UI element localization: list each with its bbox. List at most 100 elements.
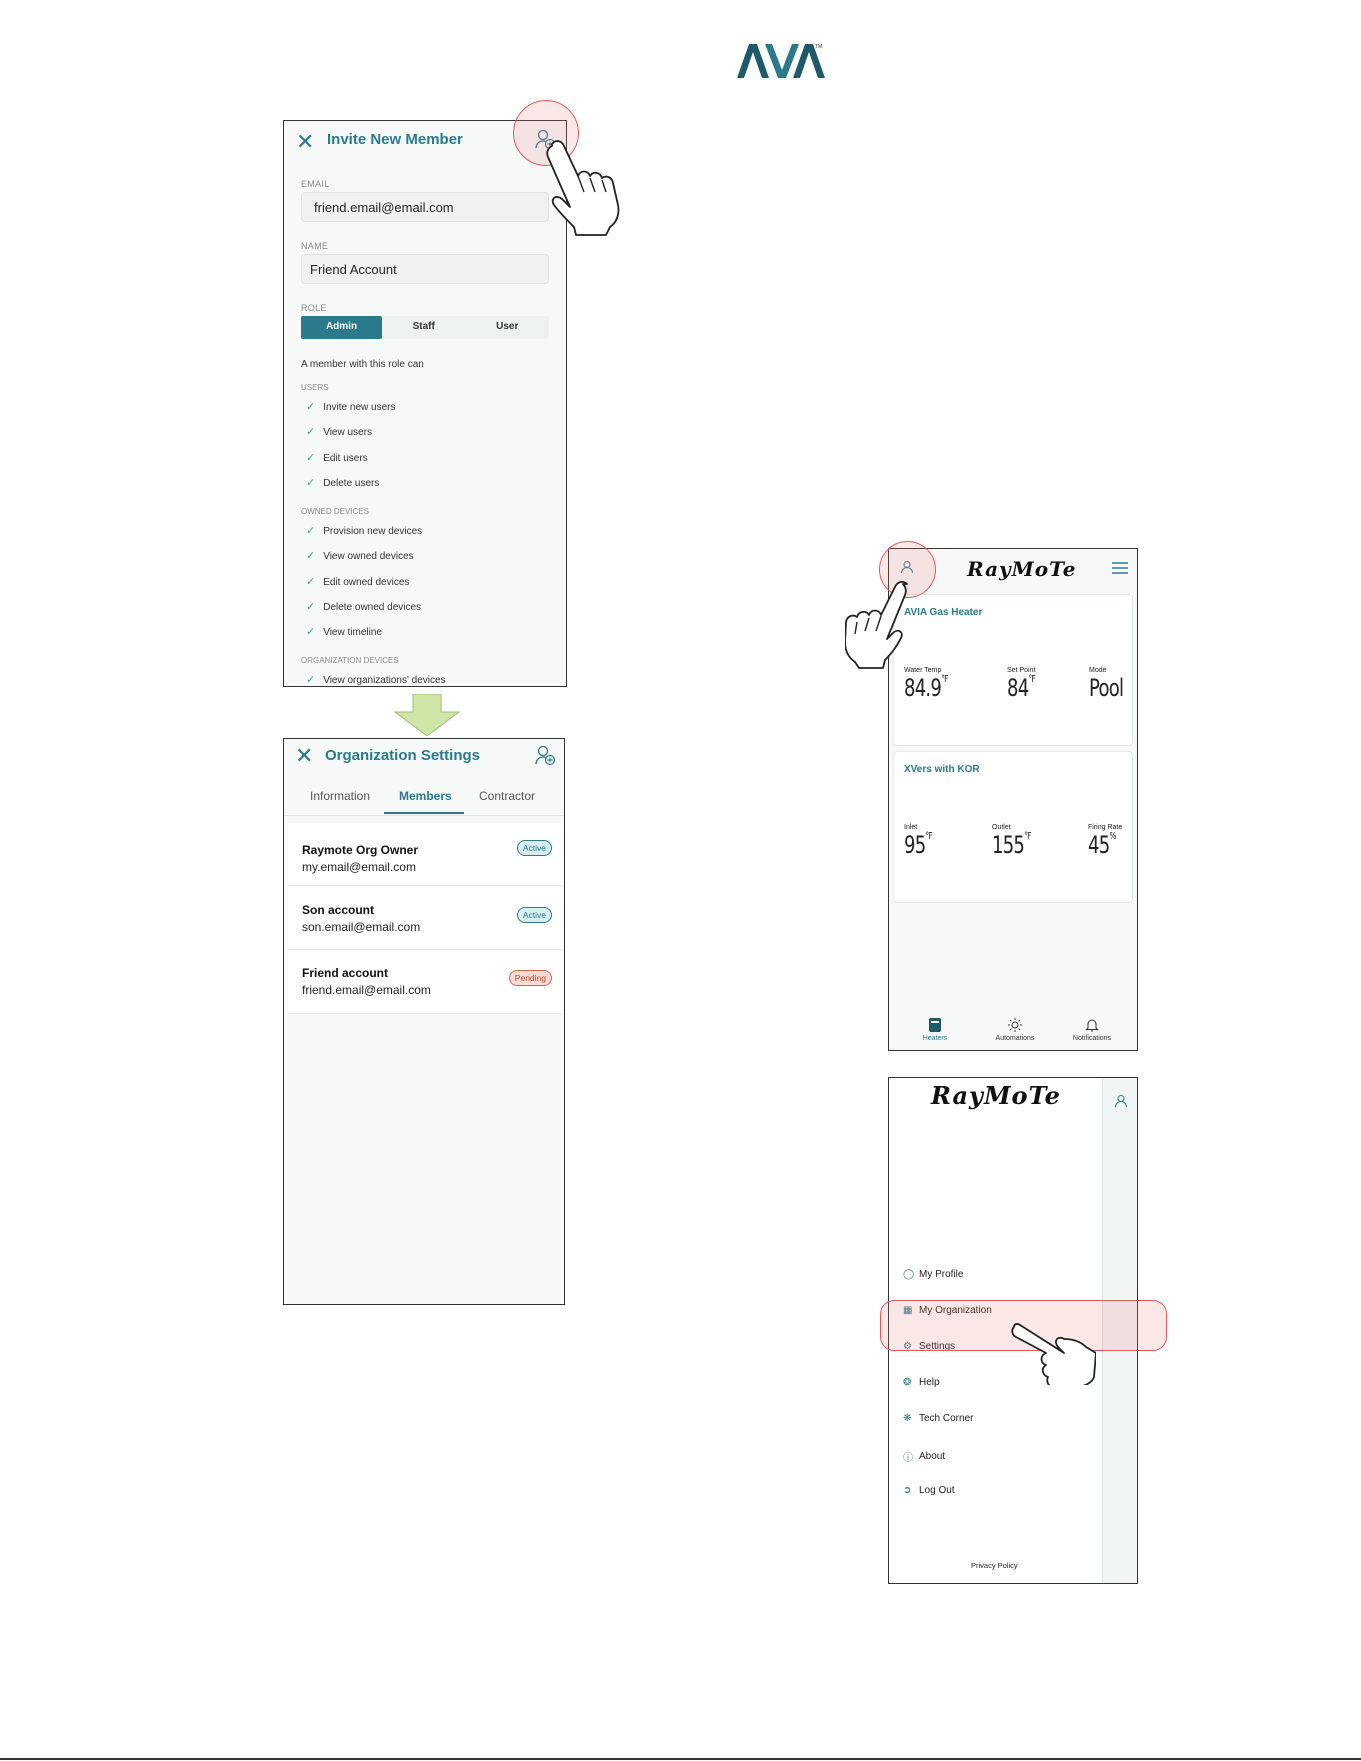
list-item[interactable]: Raymote Org Owner my.email@email.com Act…: [288, 823, 562, 886]
heater-card[interactable]: AVIA Gas Heater Water Temp 84.9°F Set Poi…: [893, 594, 1133, 746]
check-icon: ✓: [306, 550, 316, 562]
logout-icon: ➲: [903, 1485, 912, 1496]
heater-icon: [929, 1018, 941, 1032]
logo-text: RayMoTe: [931, 1081, 1061, 1110]
member-email: my.email@email.com: [302, 860, 416, 874]
nav-label: Heaters: [922, 1035, 948, 1042]
tab-information[interactable]: Information: [310, 789, 370, 803]
permission-item: ✓ Edit users: [306, 452, 368, 464]
down-arrow-icon: [393, 693, 461, 741]
permission-item: ✓ Provision new devices: [306, 525, 423, 537]
invite-member-screen: ✕ Invite New Member EMAIL friend.email@e…: [283, 120, 567, 687]
stat: Inlet 95°F: [904, 824, 941, 859]
permission-item: ✓ Delete users: [306, 477, 380, 489]
pointing-hand-icon: [1010, 1323, 1097, 1390]
permission-item: ✓ View timeline: [306, 626, 382, 638]
tab-divider: [284, 815, 564, 816]
check-icon: ✓: [306, 477, 316, 489]
list-item[interactable]: Friend account friend.email@email.com Pe…: [288, 951, 562, 1014]
stat: Mode Pool: [1089, 667, 1135, 702]
close-icon[interactable]: ✕: [296, 129, 314, 155]
menu-label: About: [919, 1451, 946, 1462]
menu-item-log-out[interactable]: ➲ Log Out: [903, 1485, 955, 1496]
user-icon[interactable]: [1114, 1094, 1128, 1113]
pointing-hand-icon: [844, 580, 915, 675]
heater-card[interactable]: XVers with KOR Inlet 95°F Outlet 155°F Fir…: [893, 751, 1133, 903]
stat: Outlet 155°F: [992, 824, 1044, 859]
menu-item-my-profile[interactable]: ◯ My Profile: [903, 1269, 963, 1280]
sun-icon: [1008, 1018, 1022, 1032]
role-label: ROLE: [301, 303, 327, 313]
permission-item: ✓ View owned devices: [306, 550, 414, 562]
active-tab-underline: [384, 812, 464, 814]
member-email: friend.email@email.com: [302, 983, 431, 997]
check-icon: ✓: [306, 452, 316, 464]
fan-icon: ❋: [903, 1413, 912, 1424]
member-name: Raymote Org Owner: [302, 843, 419, 857]
role-selector: Admin Staff User: [301, 316, 549, 339]
raymote-logo: RayMoTe: [931, 1081, 1061, 1110]
role-description: A member with this role can: [301, 359, 424, 370]
check-icon: ✓: [306, 601, 316, 613]
nav-automations[interactable]: Automations: [985, 1017, 1045, 1042]
name-field[interactable]: Friend Account: [301, 254, 549, 284]
stat-value: 155°F: [992, 831, 1031, 859]
add-member-icon[interactable]: [534, 744, 556, 771]
close-icon[interactable]: ✕: [295, 743, 313, 769]
stat: Set Point 84°F: [1007, 667, 1044, 702]
status-badge: Pending: [508, 970, 552, 986]
role-staff-option[interactable]: Staff: [382, 316, 466, 339]
privacy-policy-link[interactable]: Privacy Policy: [971, 1561, 1018, 1570]
hamburger-icon[interactable]: [1112, 561, 1128, 579]
menu-label: My Profile: [919, 1269, 964, 1280]
check-icon: ✓: [306, 576, 316, 588]
logo-text: RayMoTe: [967, 557, 1077, 581]
stat-value: Pool: [1089, 674, 1124, 702]
stat: Firing Rate 45%: [1088, 824, 1125, 859]
permission-item: ✓ Invite new users: [306, 401, 396, 413]
menu-label: Log Out: [919, 1485, 955, 1496]
info-icon: ⓘ: [903, 1453, 913, 1464]
menu-item-tech-corner[interactable]: ❋ Tech Corner: [903, 1413, 973, 1424]
section-heading-owned-devices: OWNED DEVICES: [301, 507, 370, 516]
footer-rule: [0, 1758, 1361, 1760]
member-email: son.email@email.com: [302, 920, 421, 934]
stat-value: 84°F: [1007, 674, 1036, 702]
check-icon: ✓: [306, 401, 316, 413]
permission-item: ✓ Delete owned devices: [306, 601, 422, 613]
home-screen: RayMoTe AVIA Gas Heater Water Temp 84.9°F…: [888, 548, 1138, 1051]
tab-contractor[interactable]: Contractor: [479, 789, 535, 803]
status-badge: Active: [516, 907, 552, 923]
raymote-logo: RayMoTe: [967, 553, 1076, 582]
role-user-option[interactable]: User: [466, 316, 550, 339]
stat-label: Mode: [1089, 667, 1107, 674]
check-icon: ✓: [306, 626, 316, 638]
role-admin-option[interactable]: Admin: [301, 316, 382, 339]
check-icon: ✓: [306, 525, 316, 537]
list-item[interactable]: Son account son.email@email.com Active: [288, 887, 562, 950]
permission-item: ✓ View users: [306, 426, 372, 438]
menu-label: Tech Corner: [919, 1413, 974, 1424]
stat-label: Firing Rate: [1088, 824, 1123, 831]
avia-logo-mark: TM: [737, 44, 825, 78]
stat-value: 84.9°F: [904, 674, 948, 702]
card-title: XVers with KOR: [904, 764, 980, 775]
tab-members[interactable]: Members: [399, 789, 452, 803]
user-icon: ◯: [903, 1269, 915, 1280]
stat-label: Inlet: [904, 824, 918, 831]
permission-item: ✓ View organizations' devices: [306, 674, 446, 686]
nav-notifications[interactable]: Notifications: [1064, 1017, 1120, 1042]
menu-item-help[interactable]: ❂ Help: [903, 1377, 940, 1388]
stat-value: 45%: [1088, 831, 1117, 859]
email-field[interactable]: friend.email@email.com: [301, 192, 549, 222]
menu-item-about[interactable]: ⓘ About: [903, 1449, 945, 1464]
nav-label: Notifications: [1072, 1035, 1112, 1042]
nav-heaters[interactable]: Heaters: [915, 1017, 955, 1042]
section-heading-users: USERS: [301, 383, 329, 392]
member-name: Friend account: [302, 966, 389, 980]
nav-label: Automations: [995, 1035, 1035, 1042]
page-title: Invite New Member: [327, 131, 463, 148]
member-name: Son account: [302, 903, 375, 917]
avia-logo: TM: [735, 40, 825, 80]
pointing-hand-icon: [546, 138, 626, 243]
